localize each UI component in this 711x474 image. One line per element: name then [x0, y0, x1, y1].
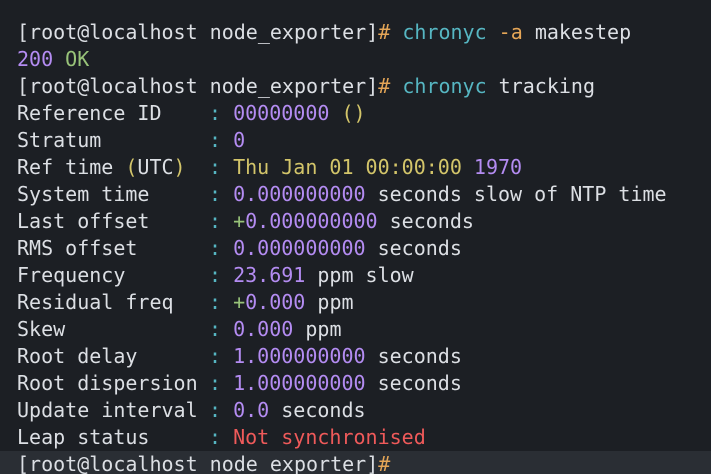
separator: : — [209, 236, 222, 260]
field-value: 23.691 — [233, 263, 306, 287]
field-suffix: seconds — [377, 344, 462, 368]
prompt-hash: # — [378, 452, 391, 474]
separator: : — [209, 317, 222, 341]
field-sign: + — [233, 290, 246, 314]
field-suffix: ppm — [305, 317, 342, 341]
field-value: 00000000 — [233, 101, 330, 125]
field-value: 0.000 — [245, 290, 306, 314]
prompt-user-host: [root@localhost node_exporter] — [17, 452, 379, 474]
field-suffix: ppm slow — [317, 263, 414, 287]
separator: : — [209, 101, 222, 125]
field-label: Reference ID — [17, 101, 162, 125]
tracking-row-reference-id: Reference ID: 00000000 () — [17, 100, 711, 127]
field-value: 1.000000000 — [233, 344, 366, 368]
separator: : — [209, 128, 222, 152]
field-value: 0.000000000 — [233, 182, 366, 206]
field-label: RMS offset — [17, 236, 138, 260]
field-extra: () — [341, 101, 366, 125]
separator: : — [209, 398, 222, 422]
field-label: Root delay — [17, 344, 138, 368]
prompt-hash: # — [378, 20, 391, 44]
field-suffix: ppm — [317, 290, 354, 314]
command-flag: -a — [498, 20, 523, 44]
field-label: Root dispersion — [17, 371, 198, 395]
field-label: Ref time (UTC) — [17, 155, 186, 179]
separator: : — [209, 155, 222, 179]
tracking-row-ref-time: Ref time (UTC): Thu Jan 01 00:00:00 1970 — [17, 154, 711, 181]
tracking-row-root-dispersion: Root dispersion: 1.000000000 seconds — [17, 370, 711, 397]
prompt-hash: # — [378, 74, 391, 98]
field-value: 0.000 — [233, 317, 294, 341]
tracking-row-root-delay: Root delay: 1.000000000 seconds — [17, 343, 711, 370]
terminal-window[interactable]: [root@localhost node_exporter]# chronyc … — [0, 0, 711, 474]
field-label: Residual freq — [17, 290, 174, 314]
prompt-user-host: [root@localhost node_exporter] — [17, 20, 379, 44]
command-name: chronyc — [402, 20, 487, 44]
field-suffix: seconds — [377, 236, 462, 260]
tracking-row-residual-freq: Residual freq: +0.000 ppm — [17, 289, 711, 316]
field-value: 1.000000000 — [233, 371, 366, 395]
field-value: 0.000000000 — [233, 236, 366, 260]
field-value-year: 1970 — [473, 155, 523, 179]
field-label: Stratum — [17, 128, 102, 152]
prompt-line-1: [root@localhost node_exporter]# chronyc … — [17, 19, 711, 46]
tracking-row-update-interval: Update interval: 0.0 seconds — [17, 397, 711, 424]
field-label: Frequency — [17, 263, 126, 287]
response-text: OK — [65, 47, 90, 71]
field-value: 0.000000000 — [245, 209, 378, 233]
separator: : — [209, 182, 222, 206]
tracking-row-stratum: Stratum: 0 — [17, 127, 711, 154]
field-value: Thu Jan 01 00:00:00 — [233, 155, 462, 179]
tracking-row-leap-status: Leap status: Not synchronised — [17, 424, 711, 451]
field-label: Update interval — [17, 398, 198, 422]
tracking-row-system-time: System time: 0.000000000 seconds slow of… — [17, 181, 711, 208]
separator: : — [209, 344, 222, 368]
field-value: 0.0 — [233, 398, 270, 422]
tracking-row-rms-offset: RMS offset: 0.000000000 seconds — [17, 235, 711, 262]
tracking-row-skew: Skew: 0.000 ppm — [17, 316, 711, 343]
command-arg: makestep — [534, 20, 632, 44]
field-suffix: seconds — [377, 371, 462, 395]
field-value: 0 — [233, 128, 246, 152]
response-code: 200 — [17, 47, 54, 71]
separator: : — [209, 263, 222, 287]
tracking-row-last-offset: Last offset: +0.000000000 seconds — [17, 208, 711, 235]
field-label: Skew — [17, 317, 66, 341]
prompt-line-2: [root@localhost node_exporter]# chronyc … — [17, 73, 711, 100]
prompt-line-3[interactable]: [root@localhost node_exporter]# — [0, 451, 711, 474]
field-label: Leap status — [17, 425, 150, 449]
separator: : — [209, 371, 222, 395]
separator: : — [209, 425, 222, 449]
command-arg: tracking — [498, 74, 595, 98]
field-label: System time — [17, 182, 150, 206]
field-suffix: seconds slow of NTP time — [377, 182, 667, 206]
separator: : — [209, 290, 222, 314]
field-value: Not synchronised — [233, 425, 426, 449]
prompt-user-host: [root@localhost node_exporter] — [17, 74, 379, 98]
field-label: Last offset — [17, 209, 150, 233]
field-suffix: seconds — [389, 209, 474, 233]
separator: : — [209, 209, 222, 233]
field-sign: + — [233, 209, 246, 233]
command-name: chronyc — [402, 74, 487, 98]
tracking-row-frequency: Frequency: 23.691 ppm slow — [17, 262, 711, 289]
output-line-1: 200 OK — [17, 46, 711, 73]
field-suffix: seconds — [281, 398, 366, 422]
